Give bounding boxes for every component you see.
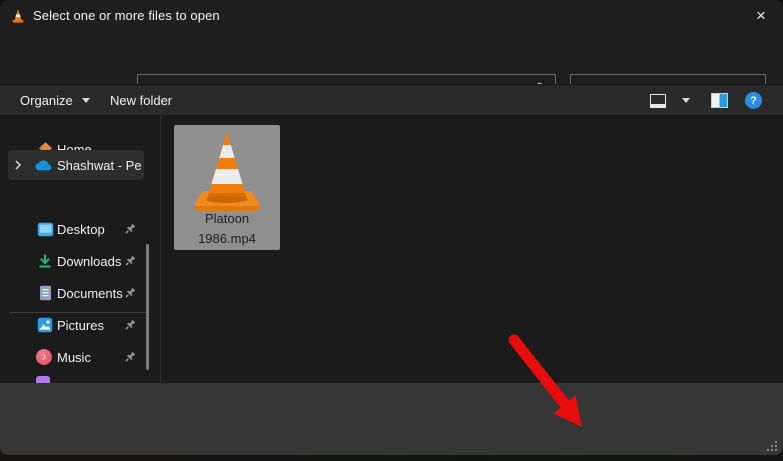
downloads-icon	[36, 252, 54, 270]
sidebar-item-onedrive[interactable]: Shashwat - Pers	[8, 150, 144, 180]
dialog-body: Home Shashwat - Pers	[0, 116, 783, 383]
pin-icon	[125, 255, 136, 265]
sidebar-item-music[interactable]: ♪ Music	[0, 342, 152, 372]
expand-chevron-icon[interactable]	[14, 158, 22, 176]
sidebar-item-label: Desktop	[57, 221, 105, 237]
vlc-cone-icon	[12, 9, 24, 23]
videos-icon-partial	[36, 376, 50, 383]
vlc-cone-thumbnail-icon	[194, 132, 260, 211]
dialog-footer: File name: Media Files ( *.3g2 *.3gp *.3…	[0, 383, 783, 455]
new-folder-button[interactable]: New folder	[110, 85, 172, 116]
sidebar-item-label: Downloads	[57, 253, 122, 269]
new-folder-label: New folder	[110, 93, 173, 108]
file-name-line1: Platoon	[204, 211, 250, 226]
views-dropdown-button[interactable]	[682, 85, 690, 116]
documents-icon	[36, 284, 54, 302]
sidebar-item-pictures[interactable]: Pictures	[0, 310, 152, 340]
command-toolbar: Organize New folder ?	[0, 84, 783, 116]
file-name-line2: 1986.mp4	[198, 231, 256, 246]
organize-label: Organize	[20, 93, 73, 108]
file-list-area[interactable]: Platoon 1986.mp4	[161, 116, 783, 383]
navigation-bar: ← → ↑ « My Stuff (D:) › Platoon (1986) […	[0, 32, 783, 105]
onedrive-cloud-icon	[34, 156, 52, 174]
sidebar-item-desktop[interactable]: Desktop	[0, 214, 152, 244]
views-caret-icon	[682, 98, 690, 103]
pin-icon	[125, 287, 136, 297]
sidebar-item-label: Pictures	[57, 317, 104, 333]
window-title: Select one or more files to open	[33, 8, 220, 23]
close-button[interactable]: ×	[739, 0, 783, 32]
desktop-icon	[36, 220, 54, 238]
help-button[interactable]: ?	[745, 85, 762, 116]
title-bar: Select one or more files to open ×	[0, 0, 783, 32]
organize-caret-icon	[81, 98, 90, 103]
sidebar-item-documents[interactable]: Documents	[0, 278, 152, 308]
pin-icon	[125, 223, 136, 233]
file-item-platoon[interactable]: Platoon 1986.mp4	[174, 125, 280, 250]
file-open-dialog: Select one or more files to open × ← → ↑…	[0, 0, 783, 455]
organize-button[interactable]: Organize	[20, 85, 90, 116]
sidebar-item-label: Music	[57, 349, 91, 365]
music-note-glyph: ♪	[41, 351, 47, 363]
preview-pane-icon	[711, 93, 728, 108]
pin-icon	[125, 319, 136, 329]
screenshot-root: Select one or more files to open × ← → ↑…	[0, 0, 783, 461]
navigation-sidebar: Home Shashwat - Pers	[0, 116, 160, 383]
sidebar-item-downloads[interactable]: Downloads	[0, 246, 152, 276]
sidebar-item-label: Documents	[57, 285, 123, 301]
help-icon: ?	[745, 92, 762, 109]
preview-pane-button[interactable]	[711, 85, 728, 116]
music-icon: ♪	[36, 349, 52, 365]
large-icons-view-icon	[650, 93, 666, 108]
pictures-icon	[36, 316, 54, 334]
resize-grip[interactable]	[765, 439, 778, 452]
views-button[interactable]	[650, 85, 666, 116]
sidebar-scrollbar[interactable]	[146, 244, 149, 370]
pin-icon	[125, 351, 136, 361]
sidebar-item-label: Shashwat - Pers	[57, 157, 142, 173]
